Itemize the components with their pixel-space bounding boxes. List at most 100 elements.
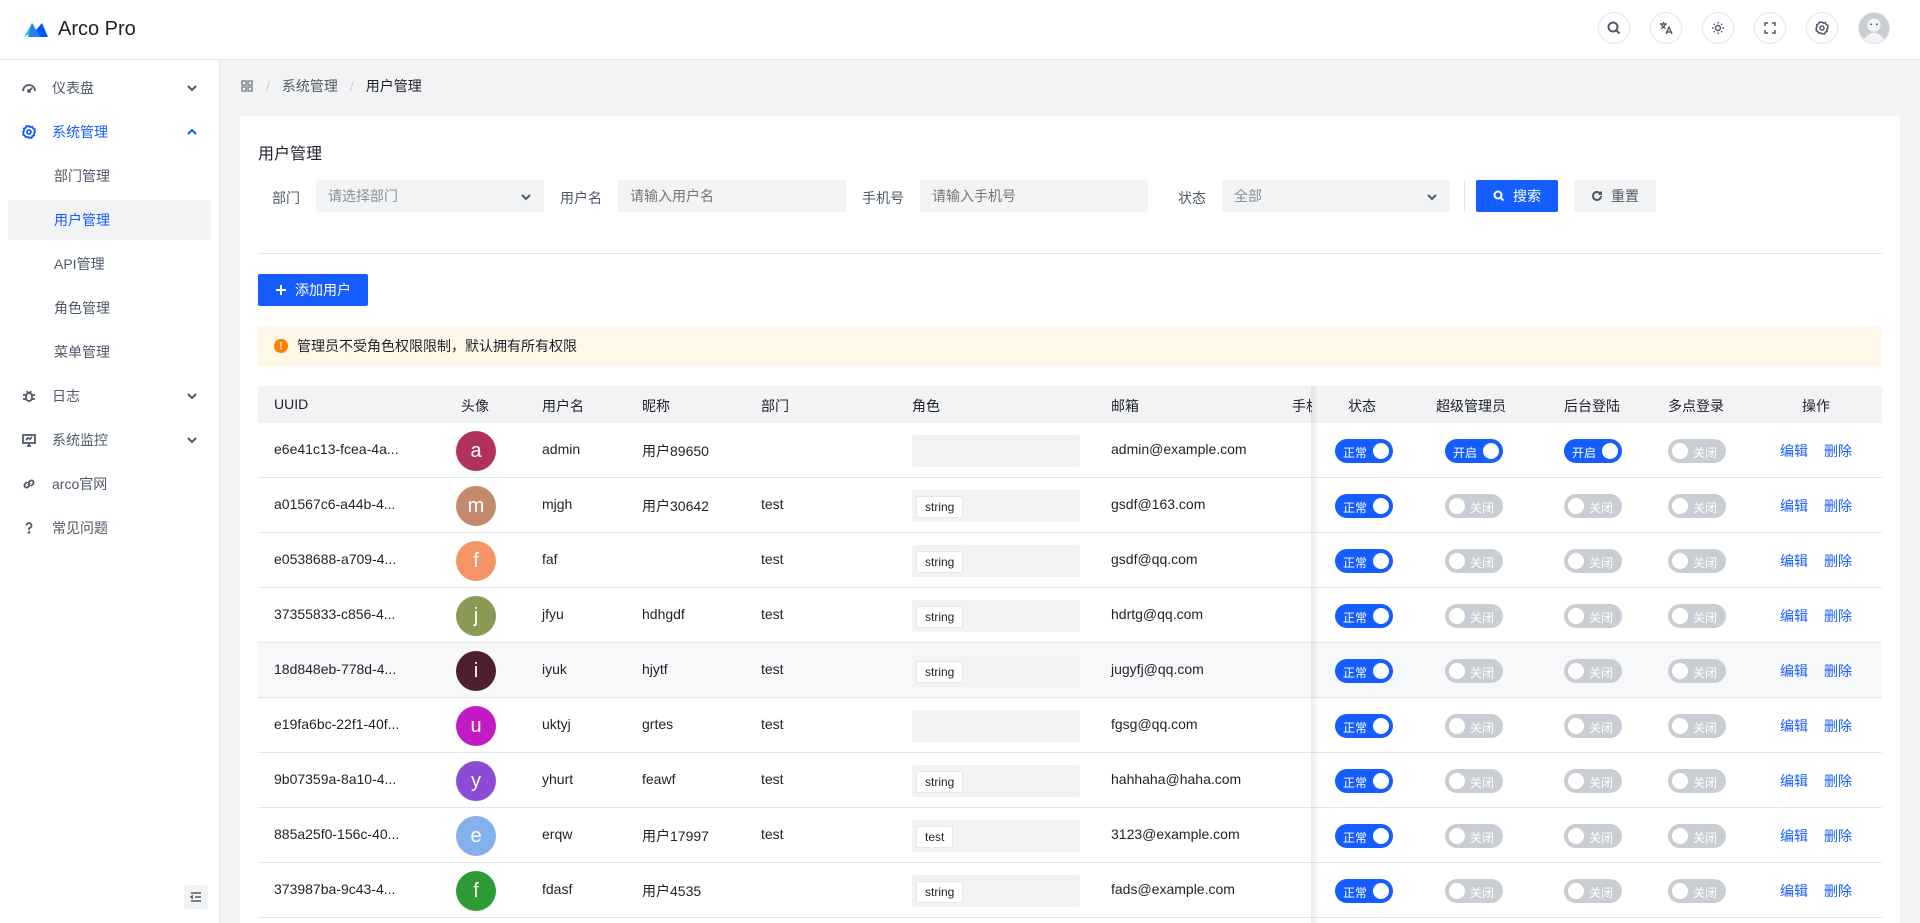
super-admin-switch[interactable]: 关闭 <box>1445 824 1503 848</box>
role-select[interactable]: string <box>912 655 1080 687</box>
search-icon <box>1493 190 1505 202</box>
role-select[interactable]: string <box>912 875 1080 907</box>
delete-button[interactable]: 删除 <box>1824 881 1852 901</box>
edit-button[interactable]: 编辑 <box>1780 771 1808 791</box>
multi-login-switch[interactable]: 关闭 <box>1668 659 1726 683</box>
delete-button[interactable]: 删除 <box>1824 716 1852 736</box>
super-admin-switch[interactable]: 开启 <box>1445 439 1503 463</box>
add-user-button[interactable]: 添加用户 <box>258 274 368 306</box>
role-select[interactable] <box>912 435 1080 467</box>
backend-login-switch[interactable]: 开启 <box>1564 439 1622 463</box>
delete-button[interactable]: 删除 <box>1824 826 1852 846</box>
nickname-cell: 用户4535 <box>642 883 702 899</box>
search-button[interactable] <box>1598 12 1630 44</box>
uuid-cell: e0538688-a709-4... <box>274 551 397 567</box>
role-select[interactable]: string <box>912 600 1080 632</box>
role-select[interactable]: string <box>912 545 1080 577</box>
backend-login-switch[interactable]: 关闭 <box>1564 549 1622 573</box>
delete-button[interactable]: 删除 <box>1824 496 1852 516</box>
super-admin-switch[interactable]: 关闭 <box>1445 659 1503 683</box>
user-avatar[interactable] <box>1858 12 1890 44</box>
status-switch[interactable]: 正常 <box>1335 494 1393 518</box>
switch-text: 关闭 <box>1469 776 1494 790</box>
language-button[interactable] <box>1650 12 1682 44</box>
status-switch[interactable]: 正常 <box>1335 439 1393 463</box>
sidebar-item-label: 仪表盘 <box>52 80 94 96</box>
status-switch[interactable]: 正常 <box>1335 549 1393 573</box>
delete-button[interactable]: 删除 <box>1824 661 1852 681</box>
multi-login-switch[interactable]: 关闭 <box>1668 494 1726 518</box>
status-switch[interactable]: 正常 <box>1335 879 1393 903</box>
delete-button[interactable]: 删除 <box>1824 771 1852 791</box>
super-admin-switch[interactable]: 关闭 <box>1445 549 1503 573</box>
reset-button[interactable]: 重置 <box>1574 180 1656 212</box>
edit-button[interactable]: 编辑 <box>1780 881 1808 901</box>
sidebar-item-system[interactable]: 系统管理 <box>8 112 211 152</box>
settings-button[interactable] <box>1806 12 1838 44</box>
edit-button[interactable]: 编辑 <box>1780 606 1808 626</box>
status-switch[interactable]: 正常 <box>1335 714 1393 738</box>
backend-login-switch[interactable]: 关闭 <box>1564 879 1622 903</box>
super-admin-switch[interactable]: 关闭 <box>1445 769 1503 793</box>
role-select[interactable]: test <box>912 820 1080 852</box>
sidebar-item-logs[interactable]: 日志 <box>8 376 211 416</box>
status-switch[interactable]: 正常 <box>1335 604 1393 628</box>
edit-button[interactable]: 编辑 <box>1780 716 1808 736</box>
sidebar-item-roles[interactable]: 角色管理 <box>8 288 211 328</box>
multi-login-switch[interactable]: 关闭 <box>1668 439 1726 463</box>
multi-login-switch[interactable]: 关闭 <box>1668 549 1726 573</box>
backend-login-switch[interactable]: 关闭 <box>1564 494 1622 518</box>
super-admin-switch[interactable]: 关闭 <box>1445 879 1503 903</box>
multi-login-switch[interactable]: 关闭 <box>1668 604 1726 628</box>
sidebar-item-dept[interactable]: 部门管理 <box>8 156 211 196</box>
edit-button[interactable]: 编辑 <box>1780 661 1808 681</box>
super-admin-switch[interactable]: 关闭 <box>1445 714 1503 738</box>
super-admin-switch[interactable]: 关闭 <box>1445 494 1503 518</box>
backend-login-switch[interactable]: 关闭 <box>1564 769 1622 793</box>
collapse-sidebar-button[interactable] <box>184 885 208 909</box>
role-select[interactable]: string <box>912 765 1080 797</box>
sidebar-item-menus[interactable]: 菜单管理 <box>8 332 211 372</box>
backend-login-switch[interactable]: 关闭 <box>1564 714 1622 738</box>
super-admin-switch[interactable]: 关闭 <box>1445 604 1503 628</box>
email-cell: fgsg@qq.com <box>1111 716 1198 732</box>
table-row: 885a25f0-156c-40... e erqw 用户17997 test test 3… <box>258 808 1882 863</box>
theme-toggle-button[interactable] <box>1702 12 1734 44</box>
status-select[interactable]: 全部 <box>1222 180 1450 212</box>
sidebar-item-arco-site[interactable]: arco官网 <box>8 464 211 504</box>
multi-login-switch[interactable]: 关闭 <box>1668 824 1726 848</box>
sidebar-item-faq[interactable]: 常见问题 <box>8 508 211 548</box>
status-switch[interactable]: 正常 <box>1335 659 1393 683</box>
switch-text: 正常 <box>1343 831 1368 845</box>
table-row: 9b07359a-8a10-4... y yhurt feawf test string h… <box>258 753 1882 808</box>
logo[interactable]: Arco Pro <box>22 18 136 41</box>
search-button[interactable]: 搜索 <box>1476 180 1558 212</box>
sidebar-item-monitor[interactable]: 系统监控 <box>8 420 211 460</box>
sidebar-item-users[interactable]: 用户管理 <box>8 200 211 240</box>
status-switch[interactable]: 正常 <box>1335 769 1393 793</box>
multi-login-switch[interactable]: 关闭 <box>1668 769 1726 793</box>
role-select[interactable]: string <box>912 490 1080 522</box>
sidebar-item-api[interactable]: API管理 <box>8 244 211 284</box>
edit-button[interactable]: 编辑 <box>1780 826 1808 846</box>
backend-login-switch[interactable]: 关闭 <box>1564 604 1622 628</box>
delete-button[interactable]: 删除 <box>1824 551 1852 571</box>
edit-button[interactable]: 编辑 <box>1780 496 1808 516</box>
switch-knob <box>1672 443 1688 459</box>
fullscreen-button[interactable] <box>1754 12 1786 44</box>
delete-button[interactable]: 删除 <box>1824 606 1852 626</box>
role-select[interactable] <box>912 710 1080 742</box>
edit-button[interactable]: 编辑 <box>1780 441 1808 461</box>
backend-login-switch[interactable]: 关闭 <box>1564 824 1622 848</box>
phone-input[interactable] <box>920 180 1148 212</box>
breadcrumb-item[interactable]: 系统管理 <box>282 76 338 96</box>
backend-login-switch[interactable]: 关闭 <box>1564 659 1622 683</box>
sidebar-item-dashboard[interactable]: 仪表盘 <box>8 68 211 108</box>
dept-select[interactable]: 请选择部门 <box>316 180 544 212</box>
username-input[interactable] <box>618 180 846 212</box>
edit-button[interactable]: 编辑 <box>1780 551 1808 571</box>
delete-button[interactable]: 删除 <box>1824 441 1852 461</box>
multi-login-switch[interactable]: 关闭 <box>1668 879 1726 903</box>
multi-login-switch[interactable]: 关闭 <box>1668 714 1726 738</box>
status-switch[interactable]: 正常 <box>1335 824 1393 848</box>
